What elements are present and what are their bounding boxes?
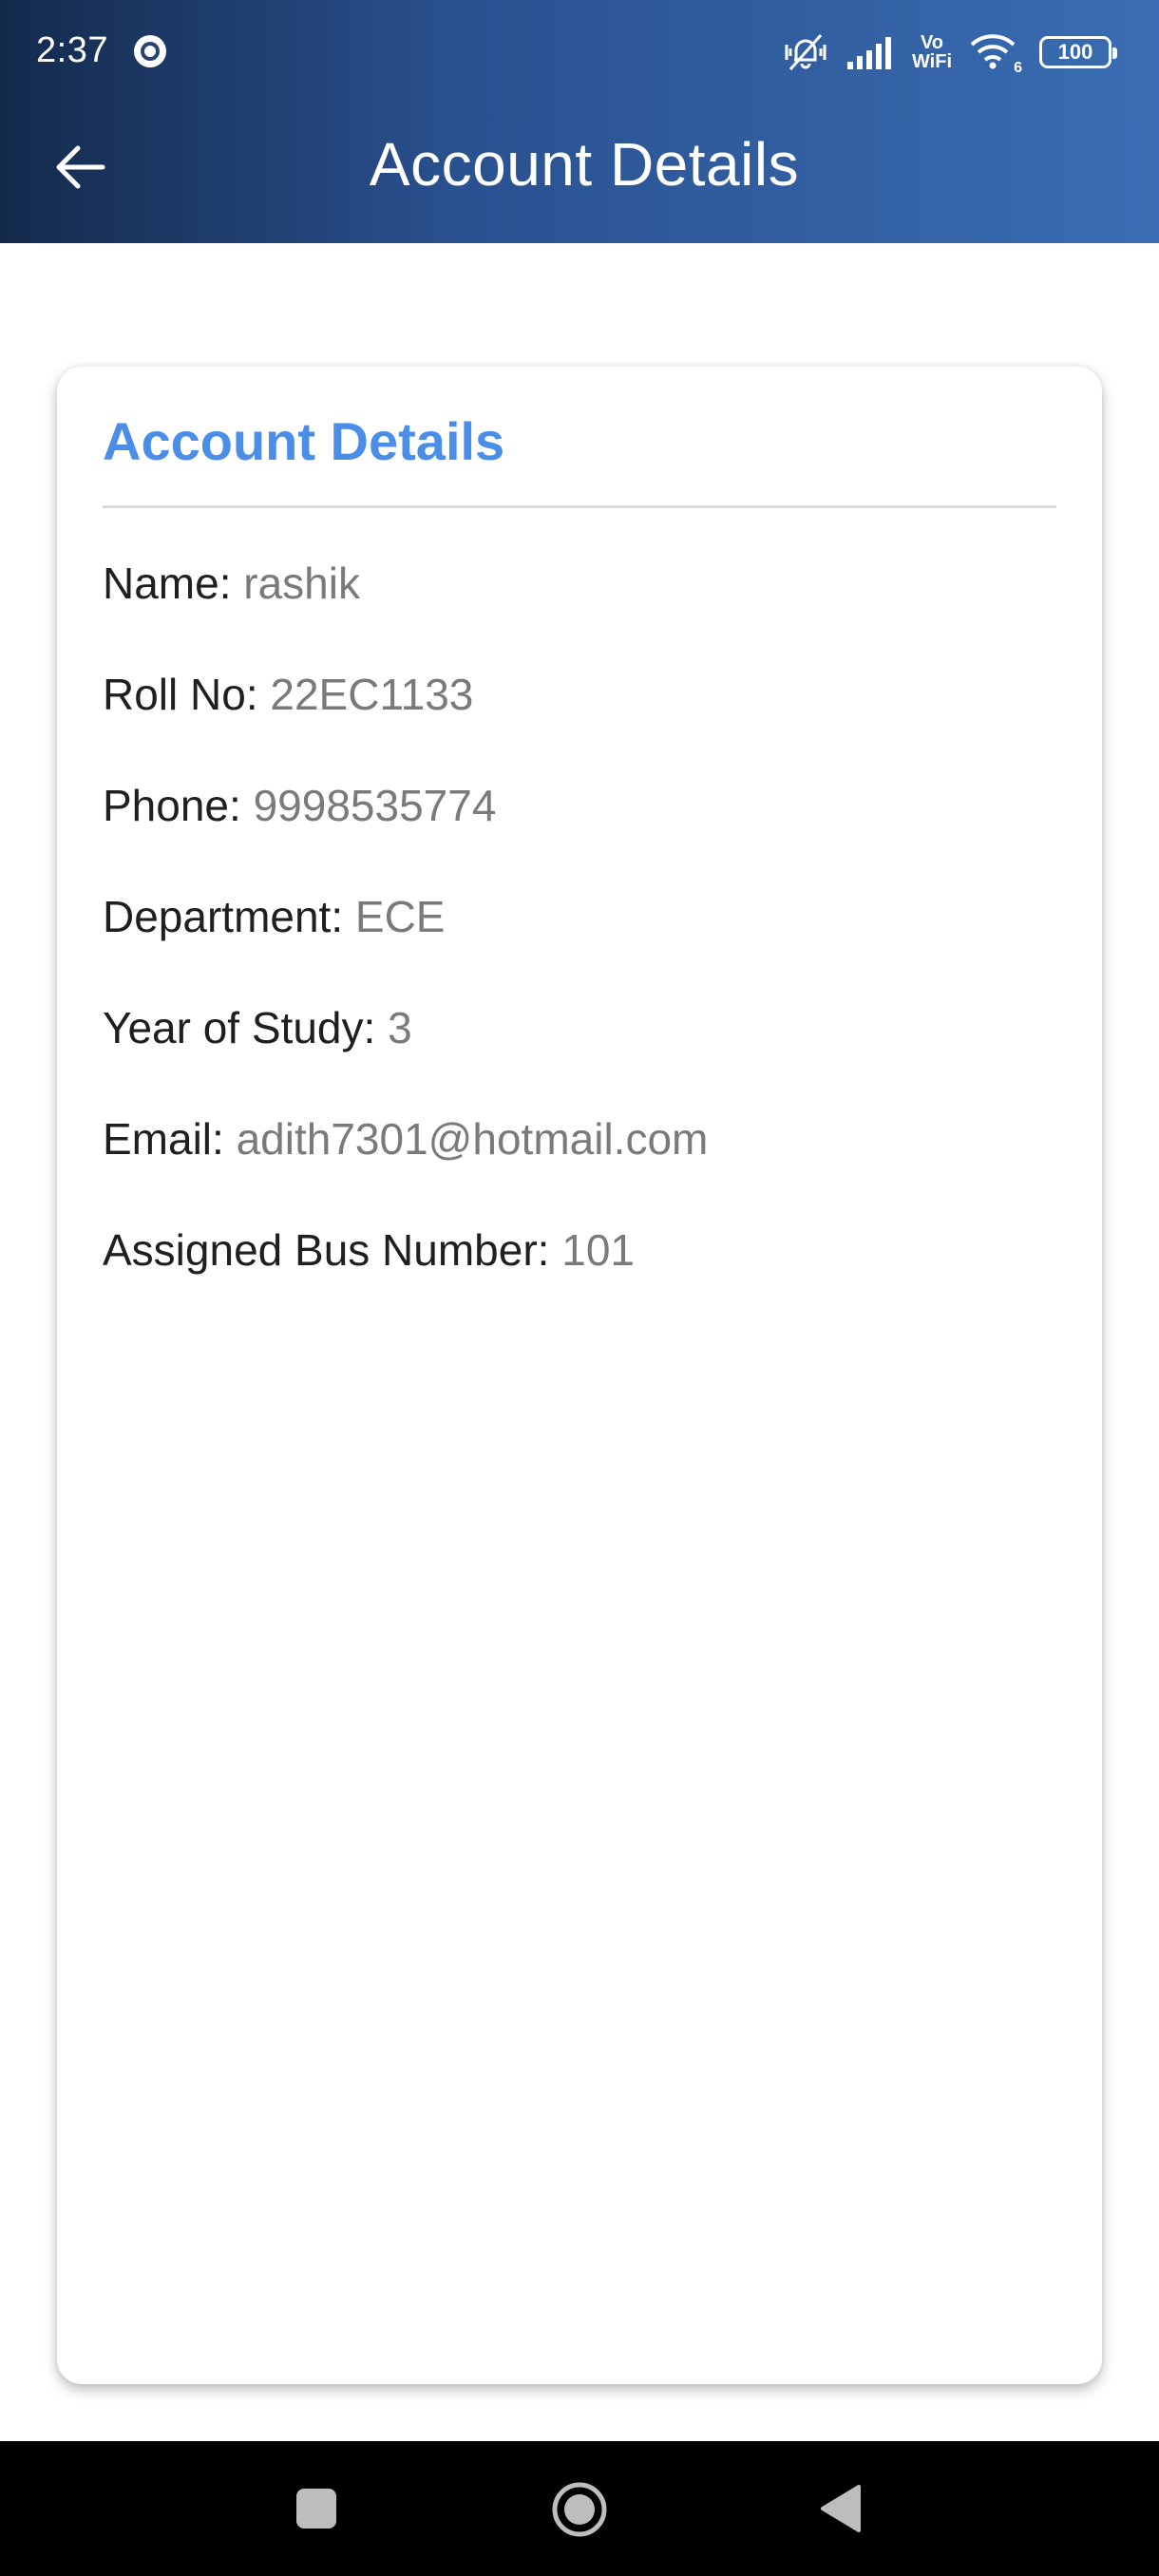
field-value: 3 [388, 1003, 412, 1052]
field-value: rashik [243, 559, 360, 608]
field-label: Email: [103, 1114, 224, 1164]
field-phone: Phone: 9998535774 [103, 779, 496, 832]
card-title: Account Details [103, 411, 505, 471]
recents-button[interactable] [294, 2487, 338, 2530]
status-icons: Vo WiFi 6 100 [783, 28, 1117, 76]
system-nav-bar [0, 2441, 1159, 2576]
nav-back-button[interactable] [817, 2483, 863, 2534]
back-triangle-icon [821, 2485, 861, 2532]
field-label: Department: [103, 892, 344, 941]
field-assigned-bus-number: Assigned Bus Number: 101 [103, 1223, 635, 1277]
field-label: Year of Study: [103, 1003, 376, 1052]
account-details-card: Account Details Name: rashik Roll No: 22… [57, 367, 1102, 2384]
field-name: Name: rashik [103, 557, 360, 610]
status-time: 2:37 [36, 30, 108, 70]
field-value: 9998535774 [253, 781, 497, 830]
field-label: Assigned Bus Number: [103, 1225, 550, 1275]
field-value: adith7301@hotmail.com [236, 1114, 709, 1164]
field-label: Roll No: [103, 670, 258, 719]
field-department: Department: ECE [103, 890, 446, 943]
app-header: 2:37 Vo WiFi 6 100 Account Details [0, 0, 1159, 243]
signal-icon [846, 35, 895, 69]
page-title: Account Details [369, 130, 800, 199]
home-circle-icon [552, 2482, 607, 2537]
wifi-badge: 6 [1014, 60, 1022, 76]
vibrate-mute-icon [783, 31, 828, 73]
field-label: Phone: [103, 781, 241, 830]
home-button[interactable] [551, 2481, 608, 2538]
field-year-of-study: Year of Study: 3 [103, 1001, 412, 1054]
vowifi-bottom: WiFi [911, 51, 952, 72]
battery-icon: 100 [1039, 36, 1117, 68]
field-value: ECE [354, 892, 446, 941]
radio-record-icon [131, 32, 169, 70]
wifi-icon: 6 [969, 31, 1022, 76]
vowifi-icon: Vo WiFi [912, 33, 952, 71]
field-value: 22EC1133 [270, 670, 474, 719]
field-label: Name: [103, 559, 232, 608]
divider [103, 505, 1056, 508]
vowifi-top: Vo [920, 32, 944, 53]
recents-square-icon [296, 2489, 336, 2529]
field-value: 101 [561, 1225, 635, 1275]
field-email: Email: adith7301@hotmail.com [103, 1112, 708, 1165]
field-roll-no: Roll No: 22EC1133 [103, 668, 473, 721]
app-bar: Account Details [0, 104, 1159, 243]
battery-level: 100 [1057, 40, 1093, 64]
status-bar: 2:37 Vo WiFi 6 100 [0, 0, 1159, 104]
